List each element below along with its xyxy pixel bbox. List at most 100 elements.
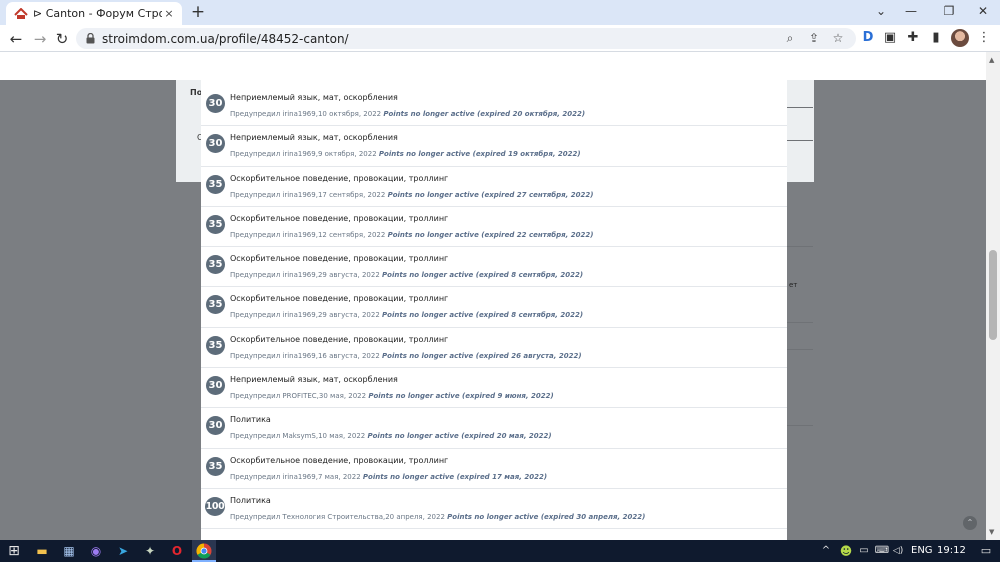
battery-icon[interactable]: ▭ bbox=[856, 543, 872, 559]
new-tab-button[interactable]: + bbox=[189, 3, 207, 21]
warning-reason[interactable]: Неприемлемый язык, мат, оскорбления bbox=[230, 375, 398, 384]
warning-status: Points no longer active (expired 9 июня,… bbox=[368, 392, 554, 401]
warning-reason[interactable]: Оскорбительное поведение, провокации, тр… bbox=[230, 335, 448, 344]
site-favicon-icon bbox=[14, 7, 28, 21]
calculator-icon[interactable]: ▦ bbox=[61, 543, 77, 559]
tab-close-icon[interactable]: × bbox=[162, 7, 176, 20]
restore-button[interactable]: ❐ bbox=[934, 2, 964, 20]
warning-points-badge: 30 bbox=[206, 416, 225, 436]
warning-points-badge: 35 bbox=[206, 174, 225, 194]
chrome-taskbar-button[interactable] bbox=[192, 540, 216, 562]
warning-reason[interactable]: Оскорбительное поведение, провокации, тр… bbox=[230, 254, 448, 263]
notifications-icon[interactable]: ▭ bbox=[978, 543, 994, 559]
warning-row: 30 Политика Предупредил MaksymS,10 мая, 20… bbox=[201, 408, 787, 449]
warning-row: 35 Оскорбительное поведение, провокации, … bbox=[201, 287, 787, 328]
file-explorer-icon[interactable]: ▬ bbox=[34, 543, 50, 559]
warning-meta: Предупредил irina1969,7 мая, 2022 Points… bbox=[230, 473, 547, 481]
volume-icon[interactable]: ◁) bbox=[890, 543, 906, 559]
warning-status: Points no longer active (expired 8 сентя… bbox=[382, 271, 584, 280]
warning-status: Points no longer active (expired 20 мая,… bbox=[367, 432, 552, 441]
extension-image-icon[interactable]: ▣ bbox=[881, 29, 899, 47]
warning-row: 30 Неприемлемый язык, мат, оскорбления Пре… bbox=[201, 126, 787, 167]
close-window-button[interactable]: ✕ bbox=[968, 2, 998, 20]
warning-reason[interactable]: Политика bbox=[230, 415, 271, 424]
warning-reason[interactable]: Оскорбительное поведение, провокации, тр… bbox=[230, 294, 448, 303]
warning-issuer-date: Предупредил MaksymS,10 мая, 2022 bbox=[230, 432, 366, 441]
browser-toolbar: ← → ↻ stroimdom.com.ua/profile/48452-can… bbox=[0, 25, 1000, 52]
warning-points-badge: 35 bbox=[206, 255, 225, 275]
clock[interactable]: 19:12 bbox=[937, 545, 966, 556]
background-divider bbox=[787, 140, 813, 141]
scroll-down-arrow-icon[interactable]: ▼ bbox=[989, 528, 994, 536]
warning-meta: Предупредил irina1969,29 августа, 2022 P… bbox=[230, 271, 583, 279]
viber-icon[interactable]: ◉ bbox=[88, 543, 104, 559]
warning-row: 30 Неприемлемый язык, мат, оскорбления Пре… bbox=[201, 368, 787, 409]
warning-meta: Предупредил PROFITEC,30 мая, 2022 Points… bbox=[230, 392, 554, 400]
warning-meta: Предупредил irina1969,9 октября, 2022 Po… bbox=[230, 150, 581, 158]
warning-issuer-date: Предупредил irina1969,9 октября, 2022 bbox=[230, 150, 377, 159]
start-button[interactable]: ⊞ bbox=[6, 543, 22, 559]
address-bar[interactable]: stroimdom.com.ua/profile/48452-canton/ ⌕… bbox=[76, 28, 856, 49]
forward-button[interactable]: → bbox=[30, 29, 50, 49]
tab-title: ⊳ Canton - Форум Строим Дом bbox=[33, 7, 162, 20]
warnings-modal: 30 Неприемлемый язык, мат, оскорбления Пре… bbox=[201, 80, 787, 540]
warning-points-badge: 30 bbox=[206, 134, 225, 154]
scrollbar-thumb[interactable] bbox=[989, 250, 997, 340]
page-scrollbar[interactable]: ▲ ▼ bbox=[986, 52, 1000, 540]
extension-d-icon[interactable]: D bbox=[859, 29, 877, 47]
app-icon[interactable]: ✦ bbox=[142, 543, 158, 559]
profile-avatar[interactable] bbox=[951, 29, 969, 47]
warning-meta: Предупредил MaksymS,10 мая, 2022 Points … bbox=[230, 432, 552, 440]
warning-row: 30 Неприемлемый язык, мат, оскорбления Пре… bbox=[201, 86, 787, 127]
side-panel-icon[interactable]: ▮ bbox=[927, 29, 945, 47]
extensions-puzzle-icon[interactable]: ✚ bbox=[904, 29, 922, 47]
zoom-icon[interactable]: ⌕ bbox=[780, 28, 800, 49]
warning-reason[interactable]: Оскорбительное поведение, провокации, тр… bbox=[230, 456, 448, 465]
warning-reason[interactable]: Политика bbox=[230, 496, 271, 505]
tab-strip: ⊳ Canton - Форум Строим Дом × + ⌄ — ❐ ✕ bbox=[0, 0, 1000, 25]
tab-search-dropdown-icon[interactable]: ⌄ bbox=[866, 2, 896, 20]
lock-icon[interactable] bbox=[86, 33, 96, 44]
scroll-up-arrow-icon[interactable]: ▲ bbox=[989, 56, 994, 64]
warning-issuer-date: Предупредил irina1969,29 августа, 2022 bbox=[230, 311, 380, 320]
reload-button[interactable]: ↻ bbox=[52, 29, 72, 49]
warning-points-badge: 30 bbox=[206, 376, 225, 396]
tray-app-icon[interactable]: ☻ bbox=[838, 543, 854, 559]
chrome-icon bbox=[196, 543, 212, 559]
language-indicator[interactable]: ENG bbox=[911, 545, 933, 556]
browser-tab-active[interactable]: ⊳ Canton - Форум Строим Дом × bbox=[6, 2, 182, 25]
warning-points-badge: 100 bbox=[205, 496, 225, 516]
network-icon[interactable]: ⌨ bbox=[874, 543, 890, 559]
warning-issuer-date: Предупредил irina1969,16 августа, 2022 bbox=[230, 351, 380, 360]
background-divider bbox=[787, 349, 813, 350]
warning-row: 35 Оскорбительное поведение, провокации, … bbox=[201, 449, 787, 489]
warning-status: Points no longer active (expired 20 октя… bbox=[383, 110, 586, 118]
warning-status: Points no longer active (expired 19 октя… bbox=[378, 150, 581, 159]
warning-reason[interactable]: Неприемлемый язык, мат, оскорбления bbox=[230, 93, 398, 102]
warning-status: Points no longer active (expired 22 сент… bbox=[387, 230, 594, 239]
warning-meta: Предупредил Технология Строительства,20 … bbox=[230, 513, 645, 521]
telegram-icon[interactable]: ➤ bbox=[115, 543, 131, 559]
back-button[interactable]: ← bbox=[6, 29, 26, 49]
share-icon[interactable]: ⇪ bbox=[804, 28, 824, 49]
warning-reason[interactable]: Оскорбительное поведение, провокации, тр… bbox=[230, 214, 448, 223]
tray-overflow-icon[interactable]: ^ bbox=[818, 543, 834, 559]
background-divider bbox=[787, 322, 813, 323]
browser-menu-icon[interactable]: ⋮ bbox=[975, 29, 993, 47]
warning-meta: Предупредил irina1969,10 октября, 2022 P… bbox=[230, 110, 585, 118]
warning-meta: Предупредил irina1969,29 августа, 2022 P… bbox=[230, 311, 583, 319]
opera-icon[interactable]: O bbox=[169, 543, 185, 559]
warning-reason[interactable]: Неприемлемый язык, мат, оскорбления bbox=[230, 133, 398, 142]
warning-status: Points no longer active (expired 26 авгу… bbox=[382, 351, 582, 360]
scroll-to-top-button[interactable]: ⌃ bbox=[963, 516, 977, 530]
url-text[interactable]: stroimdom.com.ua/profile/48452-canton/ bbox=[102, 32, 349, 46]
warning-row: 35 Оскорбительное поведение, провокации, … bbox=[201, 167, 787, 207]
warning-reason[interactable]: Оскорбительное поведение, провокации, тр… bbox=[230, 174, 448, 183]
warning-status: Points no longer active (expired 8 сентя… bbox=[382, 311, 584, 320]
minimize-button[interactable]: — bbox=[896, 2, 926, 20]
warning-points-badge: 35 bbox=[206, 295, 225, 315]
warning-row: 35 Оскорбительное поведение, провокации, … bbox=[201, 328, 787, 369]
bookmark-star-icon[interactable]: ☆ bbox=[828, 28, 848, 49]
warning-issuer-date: Предупредил Технология Строительства,20 … bbox=[230, 512, 445, 521]
warning-points-badge: 35 bbox=[206, 456, 225, 476]
